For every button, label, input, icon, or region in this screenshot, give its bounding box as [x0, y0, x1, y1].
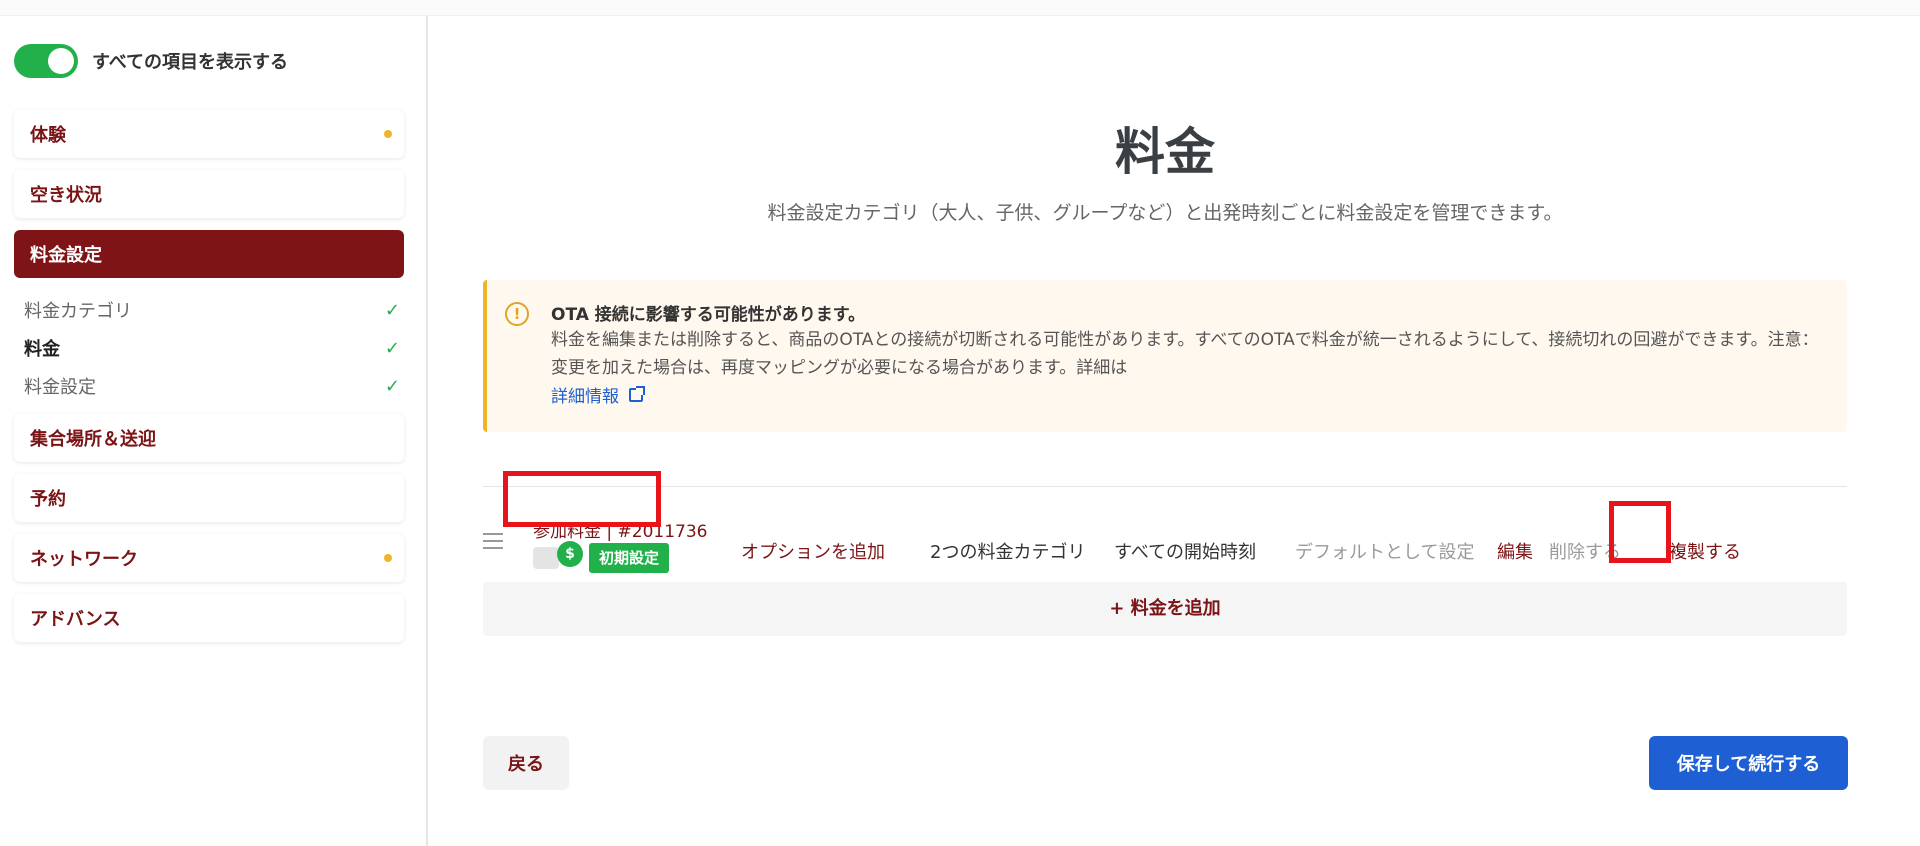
sidebar-subitem-price-categories[interactable]: 料金カテゴリ ✓: [24, 295, 400, 325]
page-title: 料金: [1115, 123, 1215, 181]
dollar-icon: $: [557, 541, 583, 567]
sidebar-item-availability[interactable]: 空き状況: [14, 170, 404, 218]
duplicate-link[interactable]: 複製する: [1669, 538, 1741, 564]
sidebar-item-label: 集合場所＆送迎: [30, 429, 156, 450]
sidebar-item-advanced[interactable]: アドバンス: [14, 594, 404, 642]
sidebar-item-label: アドバンス: [30, 609, 121, 630]
show-all-toggle[interactable]: [14, 44, 78, 78]
check-icon: ✓: [384, 375, 400, 397]
start-times-label: すべての開始時刻: [1114, 542, 1257, 563]
add-rate-button[interactable]: + 料金を追加: [483, 582, 1847, 636]
add-option-link[interactable]: オプションを追加: [741, 538, 885, 564]
sidebar: すべての項目を表示する 体験 空き状況 料金設定 料金カテゴリ ✓ 料金 ✓ 料…: [0, 16, 428, 846]
sidebar-subitem-rates[interactable]: 料金 ✓: [24, 333, 400, 363]
sidebar-item-meeting-point[interactable]: 集合場所＆送迎: [14, 414, 404, 462]
page-subtitle: 料金設定カテゴリ（大人、子供、グループなど）と出発時刻ごとに料金設定を管理できま…: [767, 202, 1563, 224]
show-all-label: すべての項目を表示する: [92, 52, 289, 73]
sidebar-item-network[interactable]: ネットワーク: [14, 534, 404, 582]
sidebar-item-booking[interactable]: 予約: [14, 474, 404, 522]
sidebar-item-experience[interactable]: 体験: [14, 110, 404, 158]
annotation-box-rate-name: [503, 471, 661, 527]
ota-warning-alert: ! OTA 接続に影響する可能性があります。 料金を編集または削除すると、商品の…: [483, 280, 1847, 432]
warning-icon: !: [505, 302, 529, 326]
price-categories-count: 2つの料金カテゴリ: [930, 542, 1086, 563]
sidebar-item-label: 空き状況: [30, 185, 102, 206]
incomplete-dot-icon: [384, 554, 392, 562]
save-and-continue-button[interactable]: 保存して続行する: [1649, 736, 1848, 790]
more-info-link[interactable]: 詳細情報: [551, 382, 645, 407]
sidebar-item-label: ネットワーク: [30, 549, 138, 570]
incomplete-dot-icon: [384, 130, 392, 138]
set-default-link[interactable]: デフォルトとして設定: [1295, 538, 1474, 564]
show-all-toggle-row: すべての項目を表示する: [14, 43, 288, 79]
edit-link[interactable]: 編集: [1497, 538, 1533, 564]
alert-title: OTA 接続に影響する可能性があります。: [551, 305, 866, 325]
sidebar-subitem-pricing-settings[interactable]: 料金設定 ✓: [24, 371, 400, 401]
main-content: 料金 料金設定カテゴリ（大人、子供、グループなど）と出発時刻ごとに料金設定を管理…: [430, 16, 1920, 846]
drag-handle-icon[interactable]: [483, 533, 503, 555]
external-link-icon: [629, 385, 645, 402]
sidebar-item-label: 予約: [30, 489, 66, 510]
top-bar: [0, 0, 1920, 16]
sidebar-subitem-label: 料金設定: [24, 377, 96, 398]
check-icon: ✓: [384, 337, 400, 359]
default-badge: 初期設定: [589, 543, 670, 573]
sidebar-item-label: 料金設定: [30, 245, 102, 266]
sidebar-item-label: 体験: [30, 125, 66, 146]
check-icon: ✓: [384, 299, 400, 321]
sidebar-subitem-label: 料金カテゴリ: [24, 301, 132, 322]
back-button[interactable]: 戻る: [483, 736, 569, 790]
sidebar-item-pricing[interactable]: 料金設定: [14, 230, 404, 278]
annotation-box-edit: [1609, 501, 1671, 563]
toggle-knob: [48, 48, 74, 74]
alert-body: 料金を編集または削除すると、商品のOTAとの接続が切断される可能性があります。す…: [551, 330, 1819, 378]
sidebar-subitem-label: 料金: [24, 339, 60, 360]
bus-icon: [533, 547, 559, 569]
more-info-label: 詳細情報: [551, 387, 619, 407]
